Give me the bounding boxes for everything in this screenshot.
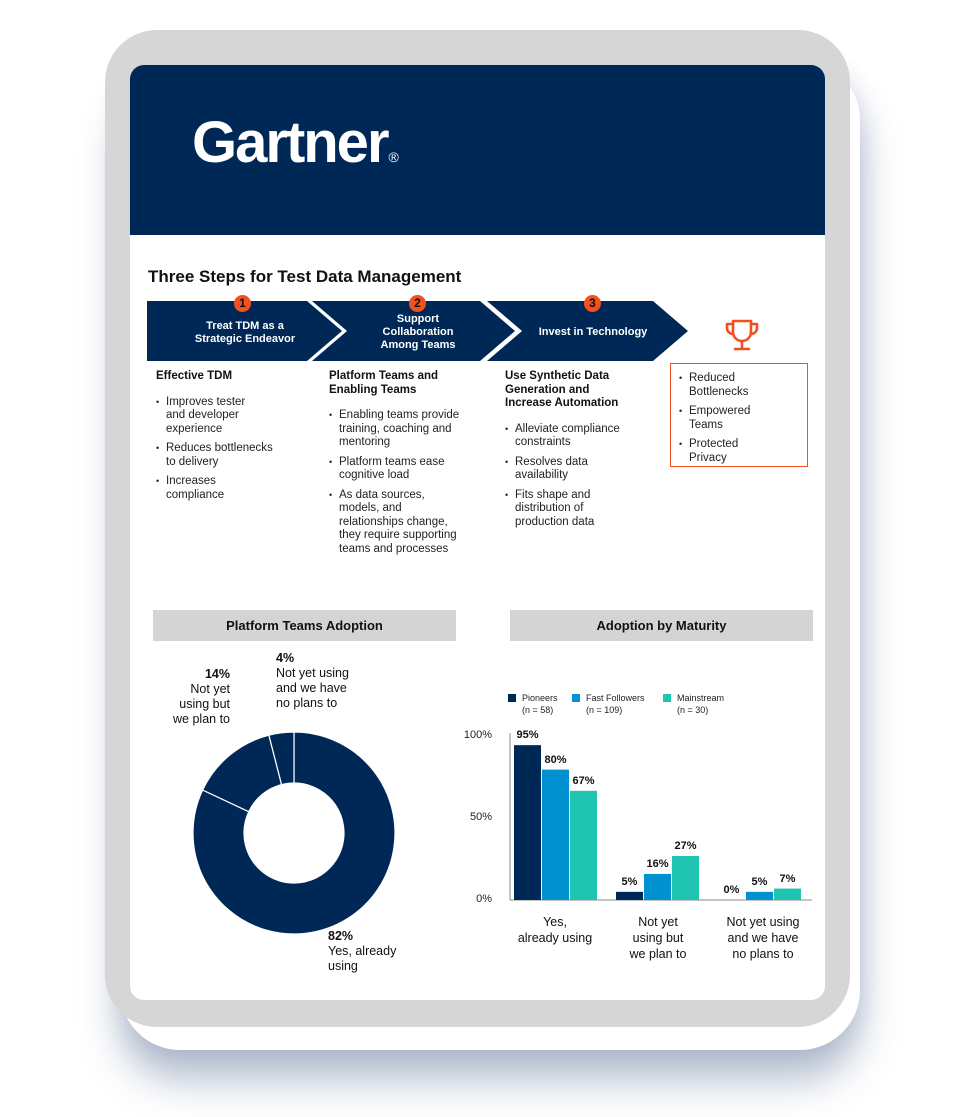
category-line: we plan to — [629, 947, 687, 961]
bar-mainstream — [570, 790, 597, 900]
category-line: Not yet using — [726, 915, 800, 929]
tablet-screen: Gartner® Three Steps for Test Data Manag… — [130, 65, 825, 1000]
bar-chart — [509, 733, 812, 901]
category-line: and we have — [727, 931, 799, 945]
bar-value-label: 5% — [621, 875, 638, 888]
bar-value-label: 16% — [646, 857, 669, 870]
category-line: using but — [632, 931, 684, 945]
bar-value-label: 27% — [674, 839, 697, 852]
bar-mainstream — [774, 888, 801, 900]
category-line: Not yet — [638, 915, 678, 929]
bar-value-label: 95% — [516, 729, 539, 742]
category-line: no plans to — [732, 947, 794, 961]
bar-pioneers — [514, 745, 541, 900]
bar-value-label: 7% — [779, 872, 796, 885]
bar-value-label: 80% — [544, 753, 567, 766]
bar-fast-followers — [542, 769, 569, 900]
x-category-label: Yes, already using — [500, 914, 610, 946]
x-category-label: Not yet using and we have no plans to — [708, 914, 818, 962]
category-line: Yes, — [543, 915, 567, 929]
bar-pioneers — [616, 891, 643, 900]
x-category-label: Not yet using but we plan to — [603, 914, 713, 962]
category-line: already using — [517, 931, 593, 945]
bar-value-label: 67% — [572, 774, 595, 787]
